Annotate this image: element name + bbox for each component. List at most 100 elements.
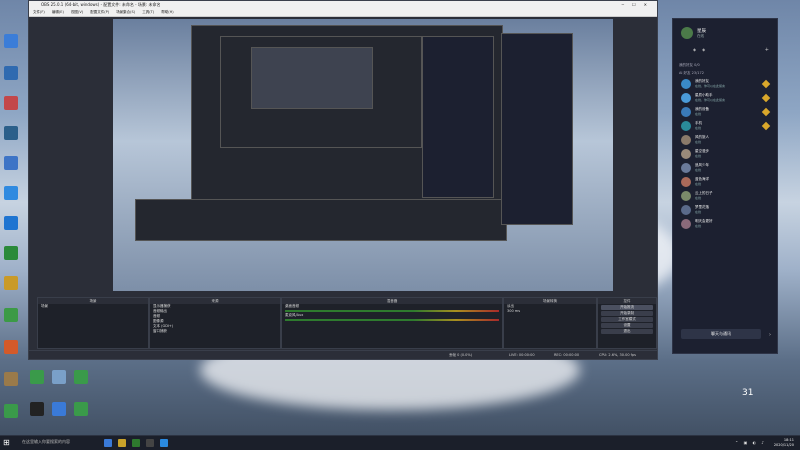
controls-header: 控件 bbox=[598, 298, 656, 304]
qq-status[interactable]: 在线 bbox=[697, 34, 704, 39]
list-item[interactable]: 明天会更好 在线 bbox=[673, 217, 777, 231]
qq-group-label[interactable]: AI 好友 23/172 bbox=[673, 69, 777, 77]
obs-menubar: 文件(F) 编辑(E) 视图(V) 配置文件(P) 场景集合(S) 工具(T) … bbox=[29, 9, 657, 17]
list-item[interactable]: 手机 在线 bbox=[673, 119, 777, 133]
window-controls[interactable]: ─☐✕ bbox=[622, 1, 655, 9]
list-item[interactable]: 蓝色海洋 在线 bbox=[673, 175, 777, 189]
chat-button[interactable]: 聊天与通讯 bbox=[681, 329, 761, 339]
desktop-icon[interactable] bbox=[4, 216, 18, 230]
list-item[interactable]: 星辰小助手 在线，你可以在此留言 bbox=[673, 91, 777, 105]
desktop-icon[interactable] bbox=[4, 276, 18, 290]
qq-friend-list: 我的好友 0/0 AI 好友 23/172 我的好友 在线，你可以在此留言 星辰小… bbox=[673, 61, 777, 231]
friend-status: 在线，你可以在此留言 bbox=[695, 98, 726, 102]
nested-preview-core bbox=[251, 47, 373, 109]
search-input[interactable]: 在这里输入你要搜索的内容 bbox=[22, 439, 70, 445]
menu-file[interactable]: 文件(F) bbox=[33, 10, 45, 14]
desktop-icon[interactable] bbox=[4, 246, 18, 260]
badge-icon bbox=[761, 107, 771, 117]
taskbar: ⊞ 在这里输入你要搜索的内容 ⌃ ▣ ◐ ♪ 18:11 2020/11/20 bbox=[0, 435, 800, 450]
qq-header: 星辰 在线 ◈◈ + bbox=[673, 19, 777, 61]
avatar bbox=[681, 219, 691, 229]
weather-widget: 31 bbox=[742, 388, 753, 398]
menu-profile[interactable]: 配置文件(P) bbox=[90, 10, 109, 14]
desktop-icon[interactable] bbox=[4, 156, 18, 170]
obs-icon[interactable] bbox=[146, 439, 154, 447]
desktop-icon[interactable] bbox=[4, 34, 18, 48]
desktop-icon[interactable] bbox=[4, 126, 18, 140]
avatar bbox=[681, 79, 691, 89]
menu-help[interactable]: 帮助(H) bbox=[161, 10, 173, 14]
desktop-icon[interactable] bbox=[4, 66, 18, 80]
desktop-icon[interactable] bbox=[4, 96, 18, 110]
dropped-frames: 丢帧 0 (0.0%) bbox=[449, 353, 473, 357]
list-item[interactable]: 星空漫步 在线 bbox=[673, 147, 777, 161]
clock[interactable]: 18:11 2020/11/20 bbox=[774, 438, 794, 448]
desktop-icon[interactable] bbox=[74, 402, 88, 416]
list-item[interactable]: 我的好友 在线，你可以在此留言 bbox=[673, 77, 777, 91]
friend-status: 在线 bbox=[695, 182, 702, 186]
mixer-dock: 混音器 桌面音频 麦克风/Aux bbox=[281, 297, 503, 349]
qq-tools[interactable]: ◈◈ bbox=[693, 47, 711, 52]
obs-preview[interactable] bbox=[113, 19, 613, 291]
chevron-right-icon[interactable]: › bbox=[769, 332, 771, 338]
obs-titlebar[interactable]: OBS 25.0.1 (64-bit, windows) - 配置文件: 未命名… bbox=[29, 1, 657, 9]
menu-tools[interactable]: 工具(T) bbox=[142, 10, 154, 14]
avatar bbox=[681, 177, 691, 187]
qq-group-label[interactable]: 我的好友 0/0 bbox=[673, 61, 777, 69]
nested-preview bbox=[191, 25, 503, 201]
taskbar-app-icon[interactable] bbox=[132, 439, 140, 447]
cpu-usage: CPU: 2.6%, 30.00 fps bbox=[599, 353, 636, 357]
desktop-icon[interactable] bbox=[4, 308, 18, 322]
menu-edit[interactable]: 编辑(E) bbox=[52, 10, 64, 14]
qq-icon[interactable] bbox=[160, 439, 168, 447]
plus-icon[interactable]: + bbox=[765, 47, 769, 53]
desktop-icon[interactable] bbox=[52, 370, 66, 384]
badge-icon bbox=[761, 121, 771, 131]
friend-status: 在线，你可以在此留言 bbox=[695, 84, 726, 88]
transition-duration[interactable]: 300 ms bbox=[504, 309, 596, 314]
avatar bbox=[681, 163, 691, 173]
start-recording-button[interactable]: 开始录制 bbox=[601, 311, 653, 316]
controls-dock: 控件 开始推流 开始录制 工作室模式 设置 退出 bbox=[597, 297, 657, 349]
desktop-icon[interactable] bbox=[4, 404, 18, 418]
avatar bbox=[681, 93, 691, 103]
desktop-icon[interactable] bbox=[4, 186, 18, 200]
obs-window[interactable]: OBS 25.0.1 (64-bit, windows) - 配置文件: 未命名… bbox=[28, 0, 658, 360]
list-item[interactable]: 梦里花落 在线 bbox=[673, 203, 777, 217]
avatar bbox=[681, 205, 691, 215]
start-icon[interactable]: ⊞ bbox=[3, 439, 11, 447]
list-item[interactable]: 追风少年 在线 bbox=[673, 161, 777, 175]
list-item[interactable]: 我的设备 在线 bbox=[673, 105, 777, 119]
scenes-dock: 场景 场景 bbox=[37, 297, 149, 349]
avatar bbox=[681, 135, 691, 145]
desktop-icon[interactable] bbox=[30, 402, 44, 416]
studio-mode-button[interactable]: 工作室模式 bbox=[601, 317, 653, 322]
exit-button[interactable]: 退出 bbox=[601, 329, 653, 334]
desktop-icon[interactable] bbox=[4, 372, 18, 386]
avatar bbox=[681, 121, 691, 131]
desktop-icon[interactable] bbox=[30, 370, 44, 384]
rec-time: REC: 00:00:00 bbox=[554, 353, 580, 357]
folder-icon[interactable] bbox=[118, 439, 126, 447]
start-streaming-button[interactable]: 开始推流 bbox=[601, 305, 653, 310]
taskbar-app-icon[interactable] bbox=[104, 439, 112, 447]
menu-view[interactable]: 视图(V) bbox=[71, 10, 83, 14]
mixer-track-label: 桌面音频 bbox=[285, 304, 299, 308]
qq-panel[interactable]: 星辰 在线 ◈◈ + 我的好友 0/0 AI 好友 23/172 我的好友 在线，… bbox=[672, 18, 778, 354]
menu-scene-collection[interactable]: 场景集合(S) bbox=[116, 10, 135, 14]
desktop-icon[interactable] bbox=[74, 370, 88, 384]
nested-preview-inner bbox=[220, 36, 422, 148]
friend-status: 在线 bbox=[695, 210, 702, 214]
source-item[interactable]: 窗口捕获 bbox=[150, 329, 280, 334]
list-item[interactable]: 云上的日子 在线 bbox=[673, 189, 777, 203]
nested-qq-right bbox=[501, 33, 573, 225]
settings-button[interactable]: 设置 bbox=[601, 323, 653, 328]
desktop-icon[interactable] bbox=[52, 402, 66, 416]
friend-status: 在线 bbox=[695, 140, 702, 144]
avatar[interactable] bbox=[681, 27, 693, 39]
system-tray[interactable]: ⌃ ▣ ◐ ♪ bbox=[735, 440, 766, 445]
list-item[interactable]: 风的旅人 在线 bbox=[673, 133, 777, 147]
scene-item[interactable]: 场景 bbox=[38, 304, 148, 309]
desktop-icon[interactable] bbox=[4, 340, 18, 354]
friend-status: 在线 bbox=[695, 196, 702, 200]
